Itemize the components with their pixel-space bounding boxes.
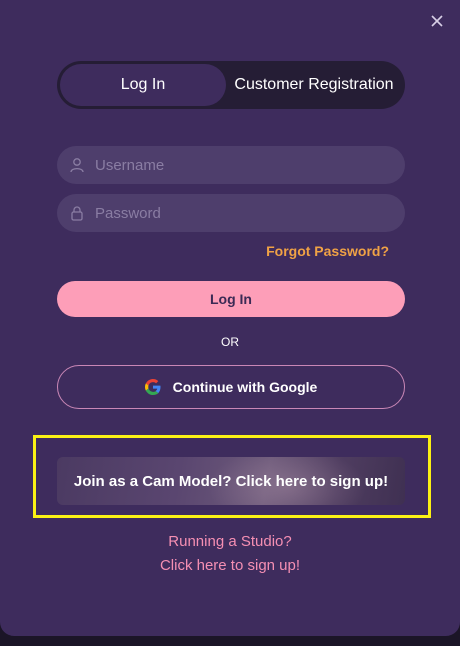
user-icon <box>70 158 84 173</box>
continue-with-google-button[interactable]: Continue with Google <box>57 365 405 409</box>
tab-login[interactable]: Log In <box>60 64 226 106</box>
tab-customer-registration[interactable]: Customer Registration <box>226 64 402 106</box>
or-divider: OR <box>221 335 239 349</box>
username-input[interactable] <box>95 156 375 174</box>
lock-icon <box>71 206 83 221</box>
cam-model-signup-banner[interactable]: Join as a Cam Model? Click here to sign … <box>57 457 405 505</box>
google-button-label: Continue with Google <box>172 379 318 395</box>
login-button[interactable]: Log In <box>57 281 405 317</box>
studio-question-link[interactable]: Running a Studio? <box>0 533 460 550</box>
google-logo-icon <box>144 379 161 395</box>
username-field[interactable] <box>57 146 405 184</box>
close-icon[interactable] <box>428 12 446 30</box>
auth-tabs: Log In Customer Registration <box>57 61 405 109</box>
studio-signup-link[interactable]: Click here to sign up! <box>0 557 460 574</box>
password-field[interactable] <box>57 194 405 232</box>
login-modal: Log In Customer Registration Forgot Pass… <box>0 0 460 636</box>
cam-model-signup-label: Join as a Cam Model? Click here to sign … <box>73 472 389 490</box>
forgot-password-link[interactable]: Forgot Password? <box>266 243 389 259</box>
password-input[interactable] <box>95 204 375 222</box>
